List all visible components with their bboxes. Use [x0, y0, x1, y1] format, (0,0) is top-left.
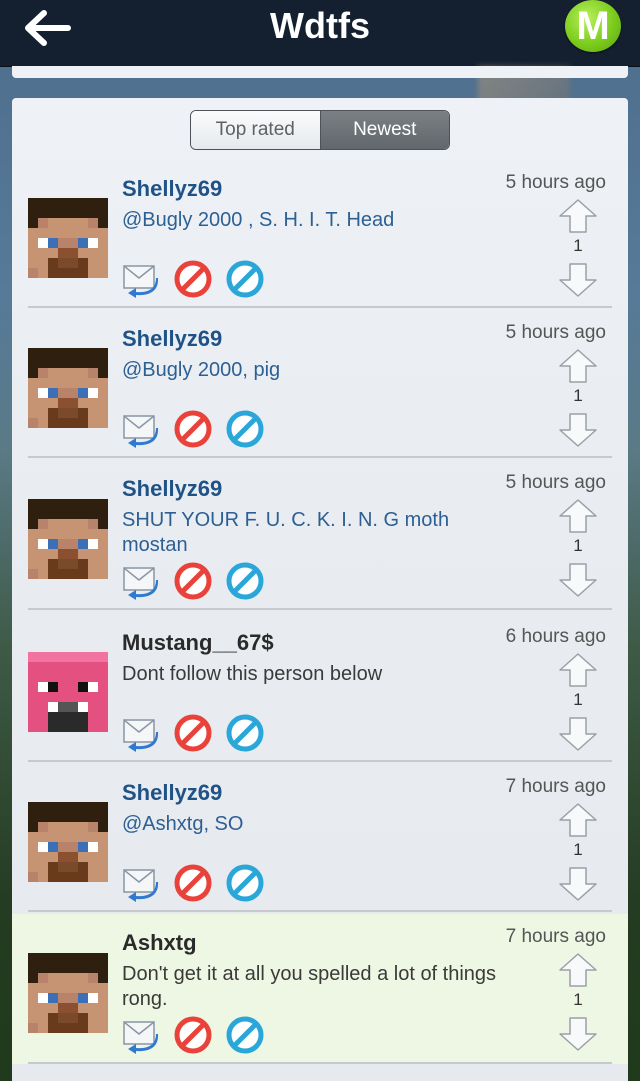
vote-up-arrow-icon[interactable]	[558, 952, 598, 988]
comment-username[interactable]: Shellyz69	[122, 780, 222, 806]
comment-timestamp: 5 hours ago	[505, 322, 606, 343]
comment-divider	[28, 456, 612, 458]
reply-envelope-icon[interactable]	[122, 714, 160, 752]
avatar[interactable]	[28, 802, 108, 882]
vote-count: 1	[573, 536, 583, 555]
reply-envelope-icon[interactable]	[122, 410, 160, 448]
vote-count: 1	[573, 690, 583, 709]
report-icon[interactable]	[226, 562, 264, 600]
comment-text: Don't get it at all you spelled a lot of…	[122, 963, 497, 1010]
report-icon[interactable]	[226, 714, 264, 752]
vote-up-arrow-icon[interactable]	[558, 802, 598, 838]
block-icon[interactable]	[174, 864, 212, 902]
avatar[interactable]	[28, 499, 108, 579]
vote-count: 1	[573, 840, 583, 859]
comment-username[interactable]: Mustang__67$	[122, 630, 274, 656]
comment-timestamp: 5 hours ago	[505, 472, 606, 493]
comment-item: Mustang__67$ 6 hours ago Dont follow thi…	[28, 614, 612, 762]
vote-up-arrow-icon[interactable]	[558, 348, 598, 384]
reply-envelope-icon[interactable]	[122, 260, 160, 298]
report-icon[interactable]	[226, 1016, 264, 1054]
block-icon[interactable]	[174, 410, 212, 448]
vote-count: 1	[573, 236, 583, 255]
app-logo[interactable]: M	[565, 0, 621, 52]
report-icon[interactable]	[226, 864, 264, 902]
comment-username[interactable]: Shellyz69	[122, 176, 222, 202]
comment-timestamp: 7 hours ago	[505, 776, 606, 797]
avatar[interactable]	[28, 198, 108, 278]
vote-count: 1	[573, 990, 583, 1009]
tab-top-rated[interactable]: Top rated	[191, 111, 321, 149]
comment-username[interactable]: Shellyz69	[122, 476, 222, 502]
avatar[interactable]	[28, 348, 108, 428]
comment-text: @Bugly 2000 , S. H. I. T. Head	[122, 209, 395, 231]
reply-envelope-icon[interactable]	[122, 864, 160, 902]
vote-down-arrow-icon[interactable]	[558, 716, 598, 752]
vote-down-arrow-icon[interactable]	[558, 262, 598, 298]
comment-item: Shellyz69 5 hours ago @Bugly 2000, pig 1	[28, 310, 612, 458]
comment-username[interactable]: Ashxtg	[122, 930, 197, 956]
comment-item: Shellyz69 5 hours ago SHUT YOUR F. U. C.…	[28, 460, 612, 610]
comment-timestamp: 5 hours ago	[505, 172, 606, 193]
vote-down-arrow-icon[interactable]	[558, 1016, 598, 1052]
block-icon[interactable]	[174, 1016, 212, 1054]
sort-segmented-control: Top rated Newest	[190, 110, 450, 150]
block-icon[interactable]	[174, 714, 212, 752]
report-icon[interactable]	[226, 260, 264, 298]
comment-timestamp: 6 hours ago	[505, 626, 606, 647]
vote-up-arrow-icon[interactable]	[558, 652, 598, 688]
comment-divider	[28, 910, 612, 912]
comment-divider	[28, 608, 612, 610]
comment-username[interactable]: Shellyz69	[122, 326, 222, 352]
vote-down-arrow-icon[interactable]	[558, 866, 598, 902]
navigation-bar: Wdtfs M	[0, 0, 640, 67]
vote-down-arrow-icon[interactable]	[558, 412, 598, 448]
comment-text: Dont follow this person below	[122, 663, 383, 685]
comment-item: Shellyz69 5 hours ago @Bugly 2000 , S. H…	[28, 160, 612, 308]
comment-divider	[28, 760, 612, 762]
vote-up-arrow-icon[interactable]	[558, 198, 598, 234]
vote-down-arrow-icon[interactable]	[558, 562, 598, 598]
comment-timestamp: 7 hours ago	[505, 926, 606, 947]
report-icon[interactable]	[226, 410, 264, 448]
vote-count: 1	[573, 386, 583, 405]
page-title: Wdtfs	[270, 5, 370, 46]
previous-card-edge	[12, 66, 628, 78]
comment-text: @Bugly 2000, pig	[122, 359, 281, 381]
block-icon[interactable]	[174, 260, 212, 298]
comment-text: @Ashxtg, SO	[122, 813, 244, 835]
reply-envelope-icon[interactable]	[122, 562, 160, 600]
avatar[interactable]	[28, 652, 108, 732]
comment-divider	[28, 306, 612, 308]
comment-divider	[28, 1062, 612, 1064]
comment-text: SHUT YOUR F. U. C. K. I. N. G moth mosta…	[122, 509, 450, 556]
comment-item: Ashxtg 7 hours ago Don't get it at all y…	[12, 914, 628, 1064]
tab-newest[interactable]: Newest	[320, 111, 449, 149]
reply-envelope-icon[interactable]	[122, 1016, 160, 1054]
comment-item: Shellyz69 7 hours ago @Ashxtg, SO 1	[28, 764, 612, 912]
block-icon[interactable]	[174, 562, 212, 600]
vote-up-arrow-icon[interactable]	[558, 498, 598, 534]
avatar[interactable]	[28, 953, 108, 1033]
